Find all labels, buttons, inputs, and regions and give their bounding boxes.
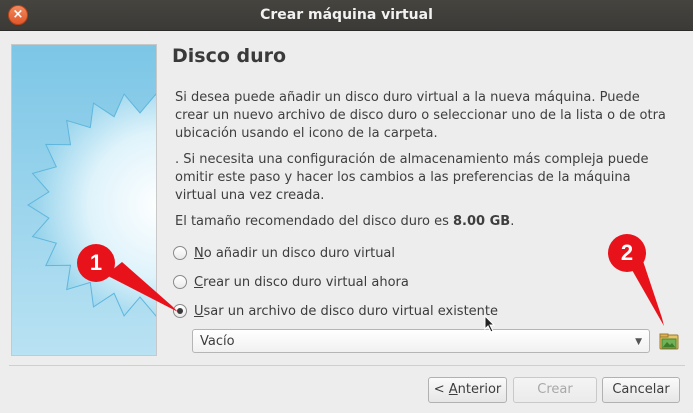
marker-1: 1 bbox=[77, 244, 115, 282]
mouse-cursor-icon bbox=[484, 314, 496, 337]
marker-2: 2 bbox=[608, 234, 646, 272]
annotation-arrows bbox=[106, 258, 664, 326]
arrow-1-icon bbox=[106, 262, 178, 312]
